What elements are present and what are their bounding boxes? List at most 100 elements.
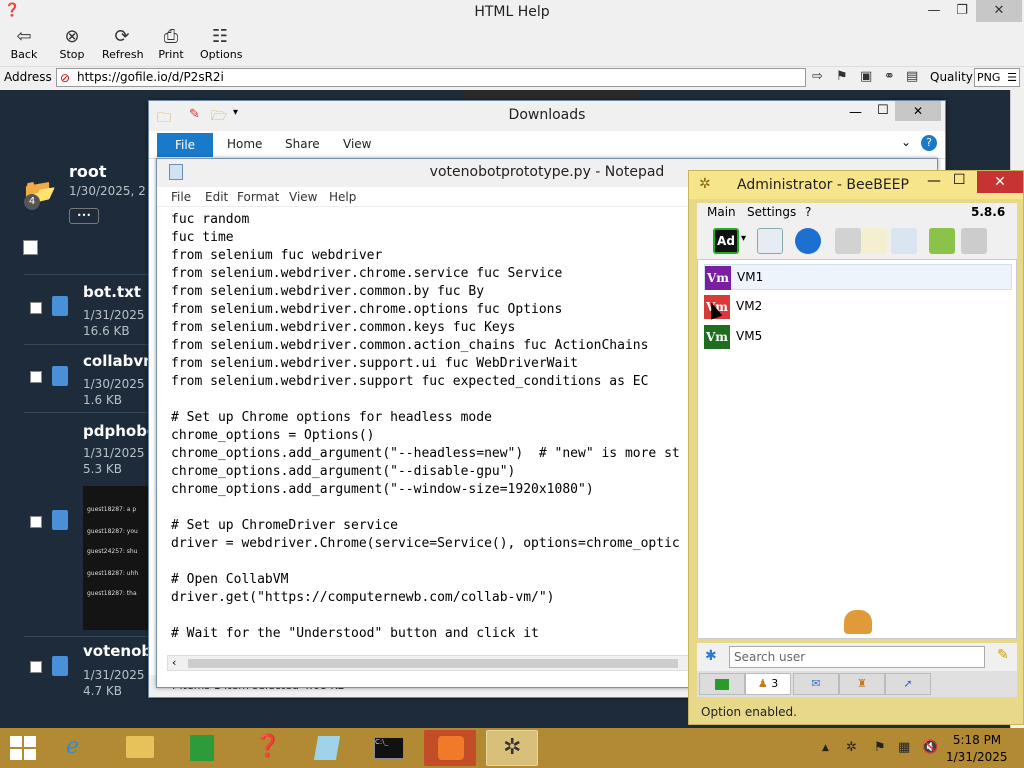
tab-view[interactable]: View (343, 137, 371, 151)
beebeep-titlebar[interactable]: ✲ Administrator - BeeBEEP — ☐ ✕ (689, 171, 1023, 199)
quality-select[interactable]: PNG ☰ (974, 68, 1020, 87)
tools-icon[interactable] (891, 228, 917, 254)
chevron-down-icon[interactable]: ⌄ (901, 135, 911, 149)
tab-chats[interactable]: ✉ (793, 673, 839, 695)
user-item-vm1[interactable]: Vm VM1 (704, 264, 1012, 290)
taskbar-help[interactable]: ❓ (238, 730, 290, 766)
code-line: fuc random (171, 212, 250, 227)
menu-format[interactable]: Format (237, 190, 279, 204)
menu-help[interactable]: Help (329, 190, 356, 204)
beebeep-status: Option enabled. (701, 705, 797, 719)
trash-icon[interactable] (961, 228, 987, 254)
maximize-button[interactable]: ☐ (953, 172, 966, 188)
print-button[interactable]: ⎙ Print (156, 26, 186, 61)
menu-edit[interactable]: Edit (205, 190, 228, 204)
file-checkbox[interactable] (30, 371, 42, 383)
close-button[interactable]: ✕ (976, 0, 1022, 22)
options-button[interactable]: ☷ Options (200, 26, 242, 61)
user-item-vm5[interactable]: Vm VM5 (704, 324, 1012, 350)
tab-contacts[interactable] (699, 673, 745, 695)
stop-button[interactable]: ⊗ Stop (56, 26, 88, 61)
user-item-vm2[interactable]: Vm VM2 (704, 294, 1012, 320)
network-icon[interactable] (795, 228, 821, 254)
image-thumbnail[interactable]: guest18287: a p guest18287: you guest242… (83, 486, 148, 630)
html-help-titlebar[interactable]: ❓ HTML Help — ❐ ✕ (0, 0, 1024, 24)
clock-date[interactable]: 1/31/2025 (946, 750, 1008, 764)
pencil-icon[interactable] (861, 228, 887, 254)
notepad-text-area[interactable]: fuc random fuc time from selenium fuc webd… (171, 211, 691, 651)
tray-app-icon[interactable]: ✲ (846, 740, 857, 755)
tab-files[interactable]: ➚ (885, 673, 931, 695)
tab-users[interactable]: ♟ 3 (745, 673, 791, 695)
binoculars-icon[interactable]: ⚭ (884, 69, 895, 84)
tab-share[interactable]: Share (285, 137, 320, 151)
gear-icon[interactable]: ✱ (705, 648, 717, 664)
download-icon[interactable] (929, 228, 955, 254)
file-name[interactable]: pdphobe (83, 422, 157, 440)
code-line: from selenium.webdriver.chrome.service f… (171, 266, 563, 281)
taskbar-notepad[interactable] (300, 730, 352, 766)
volume-muted-icon[interactable]: 🔇 (922, 740, 938, 755)
clock-time[interactable]: 5:18 PM (952, 733, 1002, 747)
tab-file[interactable]: File (157, 133, 213, 157)
taskbar-app[interactable] (424, 730, 476, 766)
menu-main[interactable]: Main (707, 205, 736, 219)
network-icon[interactable]: ▦ (898, 740, 910, 755)
taskbar-ie[interactable]: ℯ (52, 730, 104, 766)
explorer-titlebar[interactable]: 🗀 ✎ 🗁 ▾ Downloads — ☐ ✕ (149, 101, 945, 131)
notepad-icon (313, 736, 341, 760)
minimize-button[interactable]: — (849, 105, 862, 120)
maximize-button[interactable]: ☐ (877, 103, 889, 118)
menu-file[interactable]: File (171, 190, 191, 204)
chevron-left-icon[interactable]: ‹ (172, 656, 176, 669)
chevron-up-icon[interactable]: ▲ (822, 743, 829, 753)
folder-count-badge: 4 (24, 194, 40, 210)
scroll-thumb[interactable] (188, 659, 678, 668)
search-user-input[interactable]: Search user (729, 646, 985, 668)
back-button[interactable]: ⇦ Back (8, 26, 40, 61)
clipboard-icon[interactable]: ▤ (906, 69, 918, 84)
chat-icon[interactable] (835, 228, 861, 254)
file-checkbox[interactable] (30, 302, 42, 314)
chevron-down-icon[interactable]: ▾ (741, 233, 746, 244)
refresh-button[interactable]: ⟳ Refresh (102, 26, 144, 61)
taskbar-store[interactable] (176, 730, 228, 766)
menu-settings[interactable]: Settings (747, 205, 796, 219)
tab-home[interactable]: Home (227, 137, 262, 151)
close-button[interactable]: ✕ (977, 171, 1023, 193)
tab-groups[interactable]: ♜ (839, 673, 885, 695)
start-button[interactable] (10, 736, 36, 760)
taskbar-beebeep[interactable]: ✲ (486, 730, 538, 766)
beebeep-menubar: Main Settings ? 5.8.6 (697, 203, 1017, 223)
clear-broom-icon[interactable]: ✎ (997, 647, 1009, 663)
taskbar-cmd[interactable]: C:\_ (362, 730, 414, 766)
group-icon: ♜ (857, 677, 867, 690)
file-checkbox[interactable] (30, 516, 42, 528)
minimize-button[interactable]: — (927, 173, 941, 189)
taskbar-explorer[interactable] (114, 730, 166, 766)
go-arrow-icon[interactable]: ⇨ (812, 69, 823, 84)
user-count: 3 (771, 677, 779, 690)
edit-profile-icon[interactable] (757, 228, 783, 254)
select-all-checkbox[interactable] (23, 240, 38, 255)
help-icon[interactable]: ? (921, 135, 937, 151)
folder-name[interactable]: root (69, 162, 107, 181)
flag-icon[interactable]: ⚑ (874, 740, 886, 755)
menu-view[interactable]: View (289, 190, 317, 204)
status-icon[interactable]: Ad (713, 228, 739, 254)
file-name[interactable]: votenob (83, 642, 152, 660)
fullscreen-icon[interactable]: ▣ (860, 69, 872, 84)
file-checkbox[interactable] (30, 661, 42, 673)
file-size: 4.7 KB (83, 684, 122, 698)
more-button[interactable]: ••• (69, 208, 99, 224)
printer-icon: ⎙ (163, 26, 179, 47)
restore-button[interactable]: ❐ (946, 0, 978, 22)
code-line: from selenium fuc webdriver (171, 248, 383, 263)
file-date: 1/31/2025 (83, 308, 145, 322)
address-input[interactable]: ⊘ https://gofile.io/d/P2sR2i (56, 68, 806, 87)
horizontal-scrollbar[interactable]: ‹ (167, 655, 691, 671)
menu-help[interactable]: ? (805, 205, 811, 219)
bookmark-icon[interactable]: ⚑ (836, 69, 848, 84)
file-name[interactable]: bot.txt (83, 283, 141, 301)
close-button[interactable]: ✕ (895, 101, 941, 121)
